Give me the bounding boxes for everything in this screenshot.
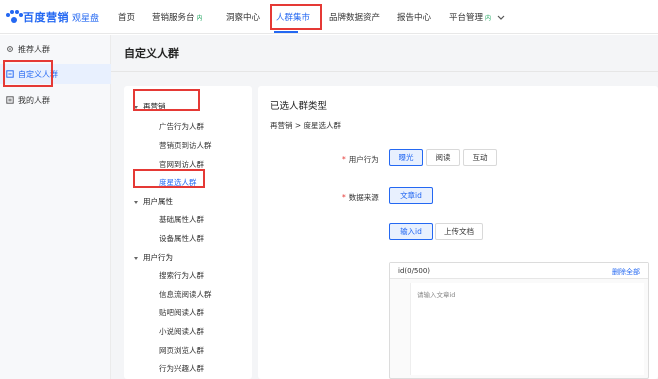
id-input-header: id(0/500) 删除全部 xyxy=(390,263,648,279)
top-nav-bar: 百度营销 观星盘 首页 营销服务台内 洞察中心 人群集市 品牌数据资产 报告中心… xyxy=(0,0,658,34)
form-title: 已选人群类型 xyxy=(270,101,328,112)
nav-brand-data-assets[interactable]: 品牌数据资产 xyxy=(329,11,380,23)
list-icon xyxy=(6,96,14,104)
tree-group-user-attributes[interactable]: 用户属性 xyxy=(134,196,173,207)
tree-item[interactable]: 搜索行为人群 xyxy=(159,270,204,281)
behavior-label: * 用户行为 xyxy=(342,154,379,165)
required-asterisk: * xyxy=(342,193,346,202)
nav-report-center[interactable]: 报告中心 xyxy=(397,11,431,23)
id-textarea-placeholder: 请输入文章id xyxy=(417,291,456,299)
sidebar-item-label: 推荐人群 xyxy=(18,44,50,54)
tree-item[interactable]: 信息流阅读人群 xyxy=(159,289,212,300)
source-label: * 数据来源 xyxy=(342,192,379,203)
nav-insight-center[interactable]: 洞察中心 xyxy=(226,11,260,23)
nav-audience-market[interactable]: 人群集市 xyxy=(276,11,310,23)
input-mode-upload-doc[interactable]: 上传文档 xyxy=(435,223,483,240)
caret-down-icon xyxy=(134,105,138,109)
sidebar-item-mine[interactable]: 我的人群 xyxy=(0,90,111,110)
tree-group-label: 用户属性 xyxy=(143,197,173,206)
caret-down-icon xyxy=(134,200,138,204)
caret-down-icon xyxy=(134,256,138,260)
custom-group-icon xyxy=(6,70,14,78)
active-nav-indicator xyxy=(274,31,298,33)
left-sidebar: 推荐人群 自定义人群 我的人群 xyxy=(0,35,111,379)
tree-item-selected[interactable]: 度星选人群 xyxy=(159,177,197,188)
internal-badge: 内 xyxy=(485,15,492,22)
tree-group-remarketing[interactable]: 再营销 xyxy=(134,101,166,112)
tree-item[interactable]: 行为兴趣人群 xyxy=(159,363,204,374)
behavior-option-interact[interactable]: 互动 xyxy=(463,149,497,166)
tree-item[interactable]: 基础属性人群 xyxy=(159,214,204,225)
nav-platform-management-label: 平台管理 xyxy=(449,13,484,23)
breadcrumb: 再营销 > 度星选人群 xyxy=(270,121,342,130)
tree-item[interactable]: 广告行为人群 xyxy=(159,121,204,132)
tree-item[interactable]: 贴吧阅读人群 xyxy=(159,307,204,318)
tree-item[interactable]: 设备属性人群 xyxy=(159,233,204,244)
tree-group-label: 用户行为 xyxy=(143,253,173,262)
audience-config-form: 已选人群类型 再营销 > 度星选人群 * 用户行为 曝光 阅读 互动 * 数据来源 … xyxy=(258,86,658,379)
chevron-down-icon xyxy=(497,15,505,20)
tree-item[interactable]: 营销页到访人群 xyxy=(159,140,212,151)
tree-item[interactable]: 小说阅读人群 xyxy=(159,326,204,337)
sidebar-item-label: 自定义人群 xyxy=(18,69,58,79)
nav-marketing-service-label: 营销服务台 xyxy=(152,13,195,23)
tree-item[interactable]: 网页浏览人群 xyxy=(159,345,204,356)
page-title: 自定义人群 xyxy=(124,47,179,60)
nav-home[interactable]: 首页 xyxy=(118,11,135,23)
tree-group-user-behavior[interactable]: 用户行为 xyxy=(134,252,173,263)
tree-item[interactable]: 官网到访人群 xyxy=(159,159,204,170)
sidebar-item-recommended[interactable]: 推荐人群 xyxy=(0,39,111,59)
source-option-article-id[interactable]: 文章id xyxy=(389,187,433,204)
sidebar-item-label: 我的人群 xyxy=(18,95,50,105)
gear-icon xyxy=(7,46,13,52)
required-asterisk: * xyxy=(342,155,346,164)
sidebar-item-custom[interactable]: 自定义人群 xyxy=(0,64,111,84)
behavior-option-read[interactable]: 阅读 xyxy=(426,149,460,166)
brand-logo[interactable]: 百度营销 观星盘 xyxy=(6,9,99,25)
source-label-text: 数据来源 xyxy=(348,193,379,202)
baidu-paw-icon xyxy=(6,10,23,24)
brand-name: 百度营销 xyxy=(23,11,69,24)
nav-marketing-service[interactable]: 营销服务台内 xyxy=(152,11,203,23)
title-divider xyxy=(111,71,658,72)
tree-group-label: 再营销 xyxy=(143,102,166,111)
input-mode-enter-id[interactable]: 输入id xyxy=(389,223,433,240)
id-count: id(0/500) xyxy=(398,267,431,275)
nav-platform-management[interactable]: 平台管理内 xyxy=(449,11,505,23)
behavior-label-text: 用户行为 xyxy=(348,155,379,164)
clear-all-link[interactable]: 删除全部 xyxy=(612,267,640,277)
internal-badge: 内 xyxy=(196,15,203,22)
id-textarea[interactable]: 请输入文章id xyxy=(410,283,644,375)
id-input-area: id(0/500) 删除全部 请输入文章id xyxy=(389,262,649,379)
audience-type-tree: 再营销 广告行为人群 营销页到访人群 官网到访人群 度星选人群 用户属性 基础属… xyxy=(124,86,252,379)
behavior-option-exposure[interactable]: 曝光 xyxy=(389,149,423,166)
brand-subname: 观星盘 xyxy=(72,13,100,24)
